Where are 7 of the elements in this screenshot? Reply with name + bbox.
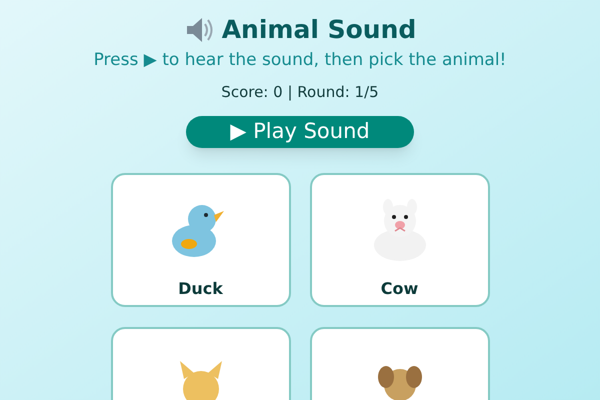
animal-choice-card[interactable]: Duck <box>110 172 290 306</box>
cow-drawing <box>372 198 428 260</box>
app-title: Animal Sound <box>222 14 416 46</box>
animal-choice-card[interactable]: Cow <box>310 172 490 306</box>
play-sound-button[interactable]: ▶ Play Sound <box>186 116 414 148</box>
score-text: Score: 0 | Round: 1/5 <box>221 82 379 102</box>
instructions-text: Press ▶ to hear the sound, then pick the animal! <box>94 49 506 72</box>
